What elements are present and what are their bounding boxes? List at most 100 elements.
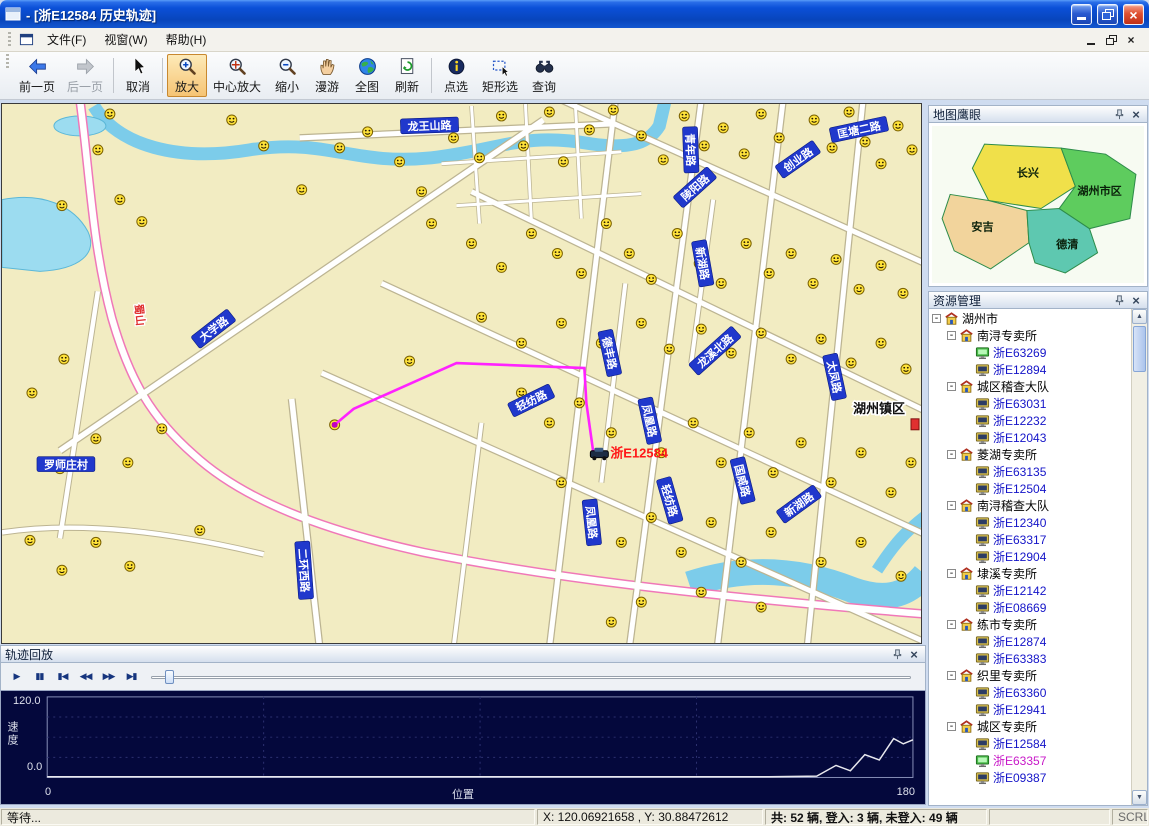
toolbar-button-refresh[interactable]: 刷新 — [387, 54, 427, 97]
map-viewport[interactable]: 龙王山路青年路创业路匡塘二路陵阳路新湖路大学路德丰路龙溪北路轻纺路凤凰路轻纺路凤… — [1, 103, 922, 644]
vehicle-smiley-marker[interactable] — [123, 458, 133, 468]
tree-node[interactable]: -城区专卖所 — [929, 718, 1130, 735]
vehicle-smiley-marker[interactable] — [624, 248, 634, 258]
pin-button[interactable] — [1112, 107, 1126, 121]
vehicle-smiley-marker[interactable] — [699, 141, 709, 151]
vehicle-smiley-marker[interactable] — [27, 388, 37, 398]
panel-close-button[interactable]: × — [1129, 293, 1143, 307]
minimize-button[interactable] — [1071, 4, 1092, 25]
tree-node[interactable]: -菱湖专卖所 — [929, 446, 1130, 463]
tree-node[interactable]: 浙E09387 — [929, 769, 1130, 786]
toolbar-button-arrow-left[interactable]: 前一页 — [13, 54, 61, 97]
vehicle-smiley-marker[interactable] — [405, 356, 415, 366]
vehicle-smiley-marker[interactable] — [907, 145, 917, 155]
toolbar-button-zoom-in[interactable]: 放大 — [167, 54, 207, 97]
vehicle-smiley-marker[interactable] — [57, 201, 67, 211]
vehicle-smiley-marker[interactable] — [696, 587, 706, 597]
rewind-button[interactable]: ◀◀ — [74, 667, 97, 686]
step-last-button[interactable]: ▶▮ — [120, 667, 143, 686]
vehicle-smiley-marker[interactable] — [636, 318, 646, 328]
pin-button[interactable] — [1112, 293, 1126, 307]
toolbar-button-info[interactable]: 点选 — [436, 54, 476, 97]
vehicle-smiley-marker[interactable] — [474, 153, 484, 163]
vehicle-smiley-marker[interactable] — [516, 338, 526, 348]
vehicle-smiley-marker[interactable] — [137, 217, 147, 227]
tree-node[interactable]: 浙E12232 — [929, 412, 1130, 429]
tree-node[interactable]: 浙E12894 — [929, 361, 1130, 378]
vehicle-smiley-marker[interactable] — [906, 458, 916, 468]
tree-node[interactable]: -南浔稽查大队 — [929, 497, 1130, 514]
vehicle-smiley-marker[interactable] — [860, 137, 870, 147]
tree-node[interactable]: 浙E12340 — [929, 514, 1130, 531]
vehicle-smiley-marker[interactable] — [606, 428, 616, 438]
menu-item-1[interactable]: 视窗(W) — [95, 28, 156, 51]
scroll-up-button[interactable]: ▲ — [1132, 309, 1147, 324]
scroll-down-button[interactable]: ▼ — [1132, 790, 1147, 805]
vehicle-smiley-marker[interactable] — [716, 458, 726, 468]
vehicle-smiley-marker[interactable] — [901, 364, 911, 374]
panel-close-button[interactable]: × — [1129, 107, 1143, 121]
vehicle-smiley-marker[interactable] — [808, 278, 818, 288]
tree-node[interactable]: -南浔专卖所 — [929, 327, 1130, 344]
vehicle-smiley-marker[interactable] — [896, 571, 906, 581]
toolbar-button-hand[interactable]: 漫游 — [307, 54, 347, 97]
vehicle-smiley-marker[interactable] — [496, 262, 506, 272]
vehicle-smiley-marker[interactable] — [496, 111, 506, 121]
vehicle-smiley-marker[interactable] — [774, 133, 784, 143]
menu-item-2[interactable]: 帮助(H) — [157, 28, 216, 51]
tree-node[interactable]: 浙E63317 — [929, 531, 1130, 548]
tree-node[interactable]: 浙E12874 — [929, 633, 1130, 650]
fast-forward-button[interactable]: ▶▶ — [97, 667, 120, 686]
restore-button[interactable] — [1097, 4, 1118, 25]
tree-node[interactable]: 浙E63383 — [929, 650, 1130, 667]
vehicle-smiley-marker[interactable] — [427, 219, 437, 229]
tree-node[interactable]: 浙E12904 — [929, 548, 1130, 565]
vehicle-smiley-marker[interactable] — [741, 239, 751, 249]
vehicle-smiley-marker[interactable] — [59, 354, 69, 364]
vehicle-smiley-marker[interactable] — [616, 537, 626, 547]
pause-button[interactable]: ▮▮ — [28, 667, 51, 686]
vehicle-smiley-marker[interactable] — [417, 187, 427, 197]
vehicle-smiley-marker[interactable] — [601, 219, 611, 229]
vehicle-smiley-marker[interactable] — [672, 229, 682, 239]
mdi-minimize-button[interactable] — [1083, 33, 1099, 47]
tree-node[interactable]: 浙E63357 — [929, 752, 1130, 769]
mdi-close-button[interactable]: × — [1123, 33, 1139, 47]
tree-node[interactable]: -城区稽查大队 — [929, 378, 1130, 395]
vehicle-smiley-marker[interactable] — [756, 109, 766, 119]
toolbar-button-rect-select[interactable]: 矩形选 — [476, 54, 524, 97]
vehicle-smiley-marker[interactable] — [157, 424, 167, 434]
tree-node[interactable]: -练市专卖所 — [929, 616, 1130, 633]
pin-button[interactable] — [890, 647, 904, 661]
tree-node[interactable]: 浙E63031 — [929, 395, 1130, 412]
tree-node[interactable]: -织里专卖所 — [929, 667, 1130, 684]
vehicle-smiley-marker[interactable] — [893, 121, 903, 131]
vehicle-smiley-marker[interactable] — [816, 334, 826, 344]
tree-node[interactable]: 浙E63269 — [929, 344, 1130, 361]
tree-node[interactable]: 浙E12941 — [929, 701, 1130, 718]
tree-expander[interactable]: - — [947, 331, 956, 340]
vehicle-smiley-marker[interactable] — [679, 111, 689, 121]
vehicle-smiley-marker[interactable] — [796, 438, 806, 448]
vehicle-smiley-marker[interactable] — [544, 107, 554, 117]
slider-thumb[interactable] — [165, 670, 174, 684]
vehicle-smiley-marker[interactable] — [646, 274, 656, 284]
vehicle-smiley-marker[interactable] — [826, 478, 836, 488]
menu-item-0[interactable]: 文件(F) — [38, 28, 95, 51]
mdi-restore-button[interactable] — [1103, 33, 1119, 47]
vehicle-smiley-marker[interactable] — [636, 131, 646, 141]
menubar-grip[interactable] — [8, 32, 11, 48]
vehicle-smiley-marker[interactable] — [259, 141, 269, 151]
scrollbar-thumb[interactable] — [1133, 326, 1146, 372]
vehicle-smiley-marker[interactable] — [876, 159, 886, 169]
tree-expander[interactable]: - — [932, 314, 941, 323]
vehicle-smiley-marker[interactable] — [756, 328, 766, 338]
toolbar-button-globe[interactable]: 全图 — [347, 54, 387, 97]
vehicle-smiley-marker[interactable] — [91, 537, 101, 547]
vehicle-smiley-marker[interactable] — [91, 434, 101, 444]
vehicle-smiley-marker[interactable] — [115, 195, 125, 205]
vehicle-smiley-marker[interactable] — [816, 557, 826, 567]
tree-expander[interactable]: - — [947, 382, 956, 391]
step-first-button[interactable]: ▮◀ — [51, 667, 74, 686]
vehicle-smiley-marker[interactable] — [696, 324, 706, 334]
